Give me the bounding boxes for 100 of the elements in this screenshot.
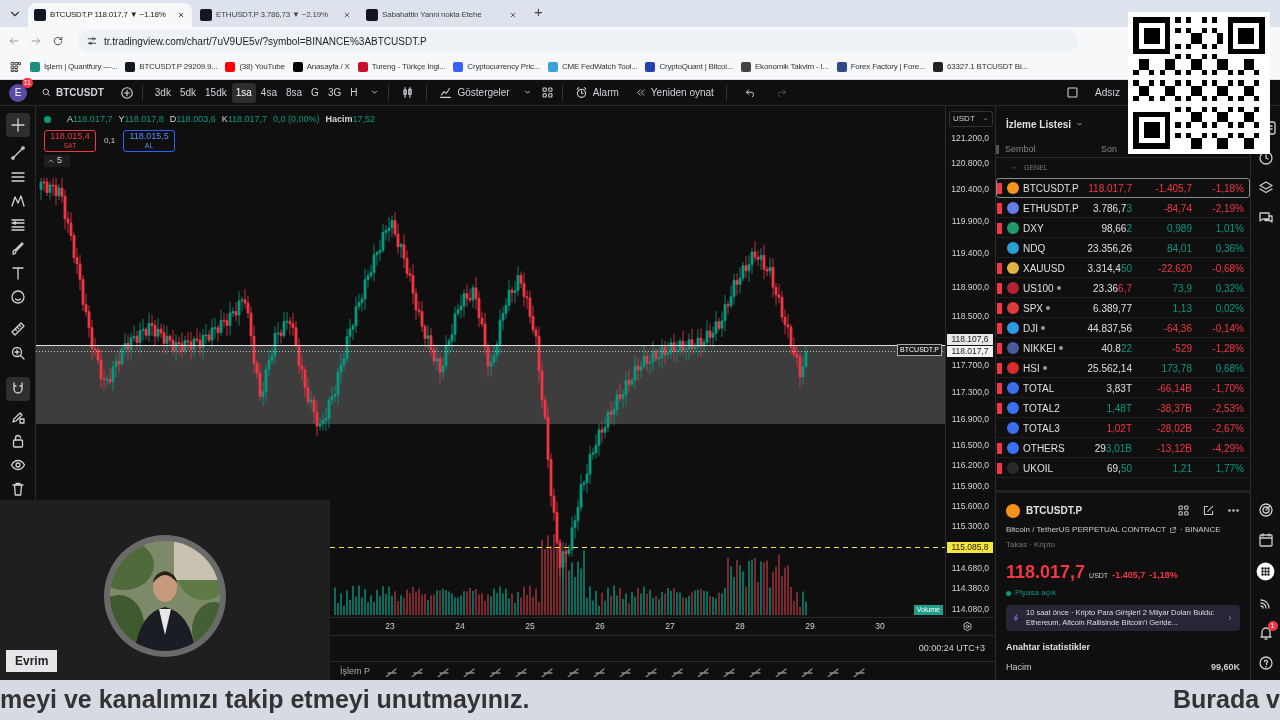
horizontal-lines-icon[interactable] — [9, 169, 26, 185]
watchlist-row[interactable]: NDQ 23.356,26 84,01 0,36% — [996, 238, 1250, 258]
brush-icon[interactable] — [9, 241, 26, 257]
interval-button[interactable]: 3dk — [150, 82, 175, 103]
watchlist-row[interactable]: DXY 98,662 0,989 1,01% — [996, 218, 1250, 238]
last-price: 3,83T — [1105, 381, 1132, 396]
reload-icon[interactable] — [52, 35, 64, 47]
crosshair-icon[interactable] — [5, 113, 30, 137]
bookmark-link[interactable]: CME FedWatch Tool... — [561, 61, 638, 73]
subtitle-text: meyi ve kanalımızı takip etmeyi unutmayınız. — [0, 684, 530, 716]
square-icon[interactable] — [1066, 86, 1079, 99]
emoji-icon[interactable] — [9, 289, 26, 305]
watchlist-title-dropdown[interactable]: İzleme Listesi — [1006, 116, 1085, 132]
rewind-icon — [634, 87, 646, 98]
last-price: 44.837,56 — [1086, 321, 1132, 336]
watchlist-row[interactable]: TOTAL2 1,48T -38,37B -2,53% — [996, 398, 1250, 418]
indicators-toggle[interactable]: 5 — [44, 154, 70, 167]
percent-change: 0,32% — [1214, 281, 1244, 296]
apps-grid-icon[interactable] — [1256, 562, 1275, 581]
bookmark-link[interactable]: CryptoQuant | Bitcoi... — [659, 61, 733, 73]
pattern-icon[interactable] — [9, 193, 26, 209]
interval-button[interactable]: 15dk — [201, 82, 231, 103]
trading-panel-tab[interactable]: İşlem P — [340, 665, 370, 677]
bookmark-link[interactable]: İşlem | Quantfury —... — [44, 61, 118, 73]
price-label: 117.700,0 — [951, 360, 989, 370]
interval-button[interactable]: 4sa — [256, 82, 281, 103]
currency-dropdown[interactable]: USDT — [949, 111, 993, 127]
alert-button[interactable]: Alarm — [570, 85, 623, 100]
price-label: 117.300,0 — [951, 387, 989, 397]
watchlist-row[interactable]: ETHUSDT.P 3.786,73 -84,74 -2,19% — [996, 198, 1250, 218]
bookmark-link[interactable]: Anasayfa / X — [306, 61, 350, 73]
bookmark-link[interactable]: (38) YouTube — [239, 61, 285, 73]
interval-button[interactable]: 1sa — [231, 82, 256, 103]
bookmark-link[interactable]: Tureng - Türkçe İngi... — [371, 61, 446, 73]
bookmark-link[interactable]: 63327.1 BTCUSDT Bi... — [947, 61, 1028, 73]
interval-button[interactable]: G — [307, 82, 323, 103]
undo-icon[interactable] — [744, 86, 757, 99]
layout-name-button[interactable]: Adsız — [1095, 85, 1120, 100]
column-header[interactable]: Son — [1101, 142, 1117, 157]
symbol-search-button[interactable]: BTCUSDT — [41, 85, 104, 100]
edit-icon[interactable] — [1202, 504, 1215, 517]
grid-icon[interactable] — [1177, 504, 1190, 517]
apps-icon[interactable] — [10, 61, 22, 73]
browser-tab[interactable]: BTCUSDT.P 118.017,7 ▼ −1.18% — [28, 3, 192, 27]
watchlist-row[interactable]: NIKKEI 40.822 -529 -1,28% — [996, 338, 1250, 358]
watchlist-row[interactable]: BTCUSDT.P 118.017,7 -1.405,7 -1,18% — [996, 178, 1250, 198]
watchlist-row[interactable]: SPX 6.389,77 1,13 0,02% — [996, 298, 1250, 318]
browser-tab[interactable]: ETHUSDT.P 3.786,73 ▼ −2.19% — [194, 3, 358, 27]
bookmark-link[interactable]: Forex Factory | Fore... — [850, 61, 926, 73]
percent-change: -1,70% — [1211, 381, 1244, 396]
watchlist-row[interactable]: TOTAL3 1,02T -28,02B -2,67% — [996, 418, 1250, 438]
trend-line-icon[interactable] — [9, 145, 26, 161]
clock-icon[interactable] — [1257, 150, 1274, 166]
magnet-icon[interactable] — [5, 377, 30, 401]
last-price: 23.356,26 — [1086, 241, 1132, 256]
chevron-right-icon — [1226, 614, 1234, 622]
new-tab-button[interactable]: + — [534, 0, 543, 23]
bookmark-link[interactable]: BTCUSDT.P 29209.9... — [139, 61, 218, 73]
watchlist-row[interactable]: DJI 44.837,56 -64,36 -0,14% — [996, 318, 1250, 338]
eye-icon[interactable] — [9, 457, 26, 473]
indicators-button[interactable]: Göstergeler — [435, 85, 514, 100]
price-label: 115.900,0 — [951, 481, 989, 491]
address-field[interactable]: tr.tradingview.com/chart/7uV9UE5v/?symbol=BINANCE%3ABTCUSDT.P — [78, 30, 1078, 52]
close-icon[interactable] — [176, 10, 186, 20]
watchlist-row[interactable]: HSI 25.562,14 173,78 0,68% — [996, 358, 1250, 378]
browser-tab[interactable]: Sabahattin Yanni nokta Etehe — [360, 3, 524, 27]
percent-change: -2,53% — [1211, 401, 1244, 416]
close-icon[interactable] — [342, 10, 352, 20]
bookmark-link[interactable]: Cryptocurrency Pric... — [467, 61, 540, 73]
add-symbol-icon[interactable] — [119, 85, 134, 100]
ruler-icon[interactable] — [9, 321, 26, 337]
site-info-icon[interactable] — [86, 35, 98, 47]
interval-button[interactable]: H — [346, 82, 362, 103]
candles-icon[interactable] — [401, 86, 415, 99]
replay-button[interactable]: Yeniden oynat — [630, 85, 718, 100]
time-label: 24 — [454, 620, 466, 633]
close-icon[interactable] — [508, 10, 518, 20]
list-icon[interactable] — [1270, 120, 1277, 136]
watchlist-row[interactable]: TOTAL 3,83T -66,14B -1,70% — [996, 378, 1250, 398]
layers-icon[interactable] — [1257, 180, 1274, 196]
layout-grid-icon[interactable] — [540, 86, 554, 99]
price-label: 116.900,0 — [951, 414, 989, 424]
column-header[interactable]: Sembol — [1005, 142, 1101, 157]
external-link-icon[interactable] — [1169, 526, 1178, 534]
zoom-in-icon[interactable] — [9, 345, 26, 361]
interval-button[interactable]: 5dk — [175, 82, 201, 103]
calendar-icon[interactable] — [1257, 532, 1274, 548]
interval-button[interactable]: 3G — [323, 82, 346, 103]
watchlist-row[interactable]: UKOIL 69,50 1,21 1,77% — [996, 458, 1250, 478]
percent-change: 1,77% — [1214, 461, 1244, 476]
watchlist-row[interactable]: XAUUSD 3.314,450 -22,620 -0,68% — [996, 258, 1250, 278]
watchlist-row[interactable]: OTHERS 293,01B -13,12B -4,29% — [996, 438, 1250, 458]
bookmark-link[interactable]: Ekonomik Takvim - I... — [755, 61, 829, 73]
watchlist-row[interactable]: US100 23.366,7 73,9 0,32% — [996, 278, 1250, 298]
timezone-clock[interactable]: 00:00:24 UTC+3 — [918, 641, 985, 656]
interval-button[interactable]: 8sa — [281, 82, 307, 103]
fibonacci-icon[interactable] — [9, 217, 26, 233]
settings-icon[interactable] — [962, 621, 973, 632]
help-icon[interactable] — [1257, 655, 1274, 671]
target-icon[interactable] — [1257, 502, 1274, 518]
